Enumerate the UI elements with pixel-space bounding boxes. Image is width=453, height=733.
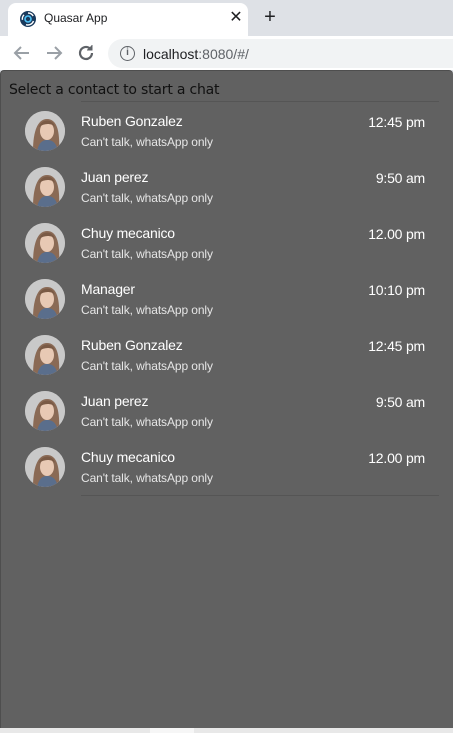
contact-name: Juan perez (81, 393, 149, 409)
address-bar[interactable]: i localhost:8080/#/ (108, 39, 453, 68)
contact-item[interactable]: Juan perez Can't talk, whatsApp only 9:5… (1, 383, 453, 439)
contact-status: Can't talk, whatsApp only (81, 303, 213, 317)
contact-name: Ruben Gonzalez (81, 113, 183, 129)
avatar (25, 391, 65, 431)
contact-name: Ruben Gonzalez (81, 337, 183, 353)
url-text: localhost:8080/#/ (143, 46, 249, 62)
horizontal-scrollbar[interactable] (0, 728, 453, 733)
avatar (25, 279, 65, 319)
contact-item[interactable]: Ruben Gonzalez Can't talk, whatsApp only… (1, 327, 453, 383)
contact-time: 12.00 pm (368, 226, 425, 242)
page-content: Select a contact to start a chat Ruben G… (0, 70, 453, 728)
contact-name: Manager (81, 281, 135, 297)
contact-time: 9:50 am (375, 170, 425, 186)
scrollbar-thumb[interactable] (150, 728, 194, 733)
contact-item[interactable]: Chuy mecanico Can't talk, whatsApp only … (1, 439, 453, 495)
avatar (25, 223, 65, 263)
contact-status: Can't talk, whatsApp only (81, 415, 213, 429)
url-path: :8080/#/ (198, 46, 249, 62)
contact-status: Can't talk, whatsApp only (81, 359, 213, 373)
tab-title: Quasar App (44, 11, 108, 25)
contact-item[interactable]: Manager Can't talk, whatsApp only 10:10 … (1, 271, 453, 327)
avatar (25, 447, 65, 487)
contact-status: Can't talk, whatsApp only (81, 191, 213, 205)
contact-item[interactable]: Ruben Gonzalez Can't talk, whatsApp only… (1, 103, 453, 159)
close-tab-icon[interactable]: ✕ (226, 8, 246, 28)
contact-status: Can't talk, whatsApp only (81, 471, 213, 485)
contact-time: 12.00 pm (368, 450, 425, 466)
page-title: Select a contact to start a chat (9, 82, 220, 98)
contact-name: Chuy mecanico (81, 449, 175, 465)
contact-item[interactable]: Chuy mecanico Can't talk, whatsApp only … (1, 215, 453, 271)
avatar (25, 167, 65, 207)
browser-toolbar: i localhost:8080/#/ (0, 36, 453, 70)
contact-time: 12:45 pm (368, 114, 425, 130)
contact-name: Juan perez (81, 169, 149, 185)
contact-name: Chuy mecanico (81, 225, 175, 241)
contact-time: 10:10 pm (368, 282, 425, 298)
forward-icon[interactable] (42, 41, 66, 65)
new-tab-button[interactable]: + (259, 6, 281, 28)
contact-status: Can't talk, whatsApp only (81, 135, 213, 149)
back-icon[interactable] (10, 41, 34, 65)
avatar (25, 111, 65, 151)
avatar (25, 335, 65, 375)
browser-tab[interactable]: Quasar App ✕ (8, 3, 248, 36)
contact-time: 12:45 pm (368, 338, 425, 354)
divider (81, 495, 439, 496)
contact-time: 9:50 am (375, 394, 425, 410)
info-icon[interactable]: i (120, 46, 135, 61)
quasar-logo-icon (20, 11, 36, 27)
divider (81, 101, 439, 102)
contact-status: Can't talk, whatsApp only (81, 247, 213, 261)
tab-strip: Quasar App ✕ + (0, 0, 453, 36)
contact-item[interactable]: Juan perez Can't talk, whatsApp only 9:5… (1, 159, 453, 215)
url-host: localhost (143, 46, 199, 62)
reload-icon[interactable] (74, 41, 98, 65)
